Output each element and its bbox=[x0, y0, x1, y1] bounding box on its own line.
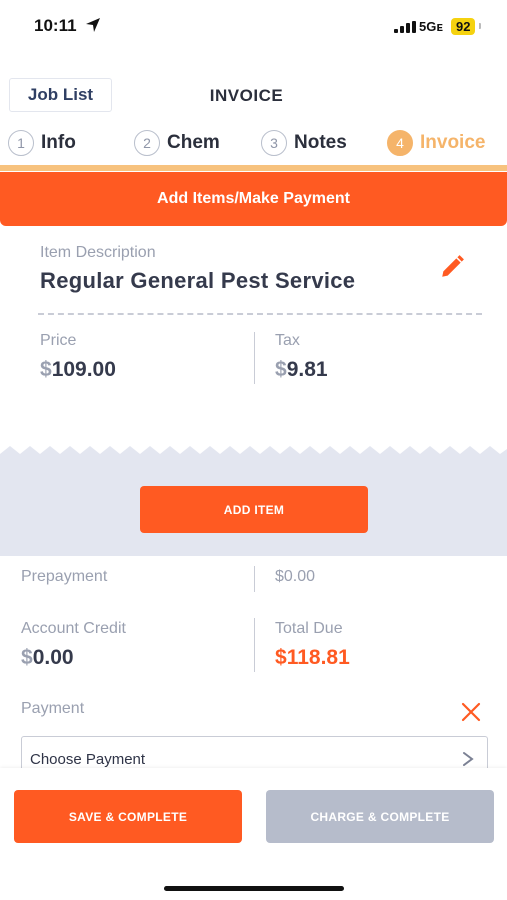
active-step-indicator bbox=[0, 165, 507, 171]
currency-symbol: $ bbox=[21, 646, 33, 669]
step-number: 3 bbox=[261, 130, 287, 156]
prepayment-label: Prepayment bbox=[21, 568, 108, 585]
step-number: 1 bbox=[8, 130, 34, 156]
divider bbox=[38, 313, 482, 315]
step-number: 2 bbox=[134, 130, 160, 156]
step-number: 4 bbox=[387, 130, 413, 156]
tab-chem[interactable]: 2 Chem bbox=[134, 130, 220, 156]
tab-notes[interactable]: 3 Notes bbox=[261, 130, 347, 156]
payment-select-placeholder: Choose Payment bbox=[30, 751, 146, 768]
account-credit-amount: 0.00 bbox=[32, 646, 74, 669]
price-value: $109.00 bbox=[40, 358, 116, 382]
prepayment-value: $0.00 bbox=[275, 568, 316, 585]
item-description-label: Item Description bbox=[40, 244, 156, 261]
tax-value: $9.81 bbox=[275, 358, 328, 382]
header: Job List INVOICE bbox=[0, 76, 507, 116]
page-title: INVOICE bbox=[0, 86, 507, 106]
total-due-label: Total Due bbox=[275, 620, 343, 637]
signal-bars-icon bbox=[394, 21, 416, 33]
payment-label: Payment bbox=[21, 700, 85, 717]
home-indicator[interactable] bbox=[164, 886, 344, 891]
charge-complete-button[interactable]: CHARGE & COMPLETE bbox=[266, 790, 494, 843]
add-items-make-payment-banner[interactable]: Add Items/Make Payment bbox=[0, 172, 507, 226]
pencil-icon[interactable] bbox=[439, 254, 465, 280]
battery-icon bbox=[479, 23, 481, 29]
divider bbox=[254, 618, 255, 672]
bottom-action-bar: SAVE & COMPLETE CHARGE & COMPLETE bbox=[0, 768, 507, 900]
step-tabs: 1 Info 2 Chem 3 Notes 4 Invoice bbox=[0, 126, 507, 166]
item-description: Regular General Pest Service bbox=[40, 268, 356, 293]
tab-invoice[interactable]: 4 Invoice bbox=[387, 130, 485, 156]
network-type: 5Gᴇ bbox=[419, 19, 443, 34]
tax-amount: 9.81 bbox=[286, 358, 328, 381]
tab-info[interactable]: 1 Info bbox=[8, 130, 76, 156]
tax-label: Tax bbox=[275, 332, 300, 349]
save-complete-button[interactable]: SAVE & COMPLETE bbox=[14, 790, 242, 843]
invoice-item-card: Item Description Regular General Pest Se… bbox=[0, 226, 507, 456]
account-credit-value: $0.00 bbox=[21, 646, 74, 670]
page-title-text: INVOICE bbox=[209, 86, 284, 105]
step-label: Info bbox=[41, 132, 76, 153]
add-item-button[interactable]: ADD ITEM bbox=[140, 486, 368, 533]
battery-level: 92 bbox=[451, 18, 476, 35]
price-label: Price bbox=[40, 332, 77, 349]
currency-symbol: $ bbox=[275, 646, 287, 669]
total-due-amount: 118.81 bbox=[286, 646, 350, 669]
status-time: 10:11 bbox=[34, 16, 77, 35]
total-due-value: $118.81 bbox=[275, 646, 350, 670]
divider bbox=[254, 332, 255, 384]
currency-symbol: $ bbox=[275, 358, 287, 381]
location-arrow-icon bbox=[86, 18, 100, 32]
step-label: Notes bbox=[294, 132, 347, 153]
currency-symbol: $ bbox=[40, 358, 52, 381]
step-label: Chem bbox=[167, 132, 220, 153]
chevron-right-icon bbox=[463, 752, 474, 766]
close-icon[interactable] bbox=[461, 702, 481, 722]
status-bar: 10:11 5Gᴇ 92 bbox=[0, 0, 507, 54]
step-label: Invoice bbox=[420, 132, 486, 153]
price-amount: 109.00 bbox=[51, 358, 116, 381]
account-credit-label: Account Credit bbox=[21, 620, 126, 637]
divider bbox=[254, 566, 255, 592]
